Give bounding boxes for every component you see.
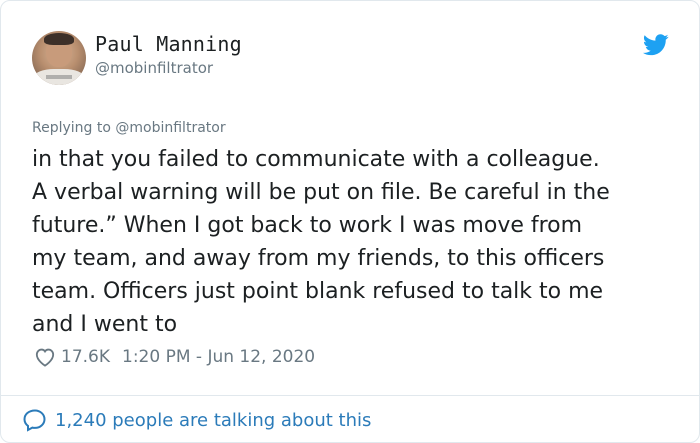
heart-icon[interactable] xyxy=(34,347,56,367)
tweet-card: Paul Manning @mobinfiltrator Replying to… xyxy=(0,0,700,443)
tweet-line: my team, and away from my friends, to th… xyxy=(32,246,605,271)
tweet-text: in that you failed to communicate with a… xyxy=(32,143,682,341)
author-handle[interactable]: @mobinfiltrator xyxy=(95,59,213,77)
conversation-count-label[interactable]: 1,240 people are talking about this xyxy=(55,410,371,431)
avatar[interactable] xyxy=(32,31,86,85)
replying-to: Replying to @mobinfiltrator xyxy=(32,120,226,136)
reply-mention-link[interactable]: @mobinfiltrator xyxy=(115,120,225,136)
tweet-line: in that you failed to communicate with a… xyxy=(32,147,600,172)
avatar-hair xyxy=(44,33,74,45)
speech-bubble-icon xyxy=(23,409,46,432)
tweet-line: future.” When I got back to work I was m… xyxy=(32,213,583,238)
replying-to-label: Replying to xyxy=(32,120,116,136)
conversation-link[interactable]: 1,240 people are talking about this xyxy=(23,407,371,433)
tweet-timestamp[interactable]: 1:20 PM - Jun 12, 2020 xyxy=(122,347,315,367)
divider xyxy=(1,395,699,396)
tweet-line: A verbal warning will be put on file. Be… xyxy=(32,180,610,205)
tweet-meta: 17.6K 1:20 PM - Jun 12, 2020 xyxy=(34,345,315,369)
tweet-line: and I went to xyxy=(32,312,178,337)
tweet-line: team. Officers just point blank refused … xyxy=(32,279,604,304)
twitter-bird-icon[interactable] xyxy=(643,34,669,56)
avatar-strip xyxy=(46,75,72,79)
author-name[interactable]: Paul Manning xyxy=(95,32,242,56)
like-count[interactable]: 17.6K xyxy=(61,347,110,367)
